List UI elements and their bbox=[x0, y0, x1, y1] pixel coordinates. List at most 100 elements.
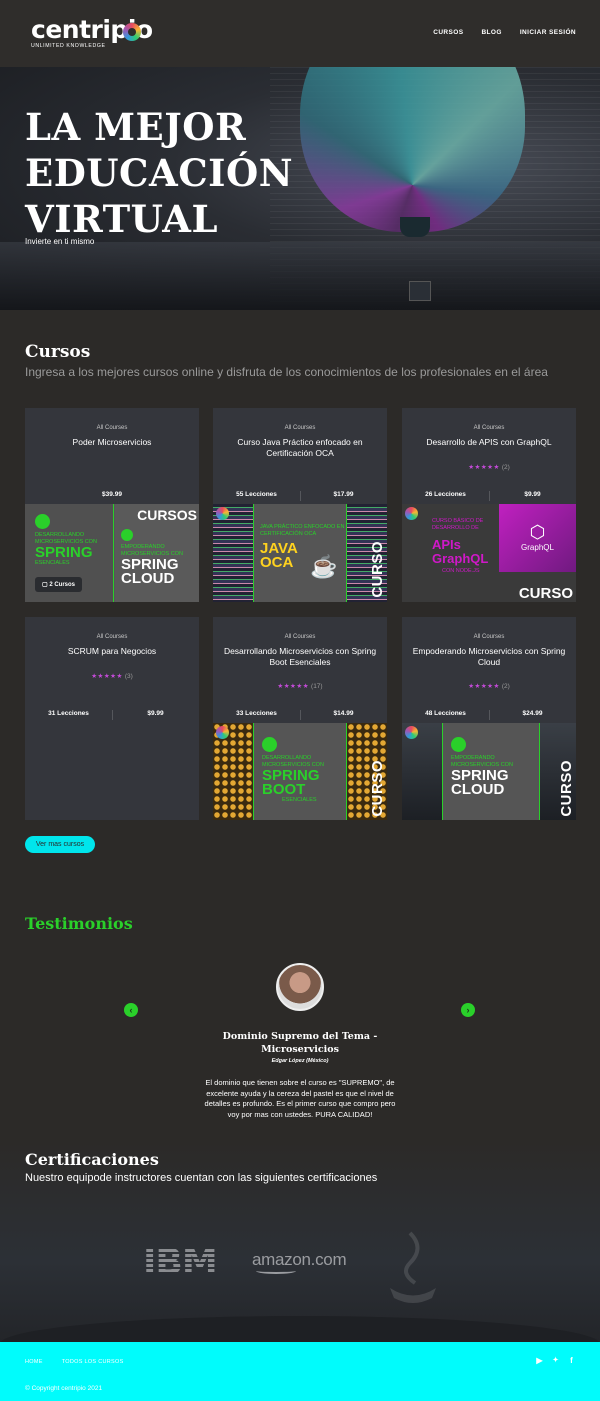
thumb-headline: JAVA OCA bbox=[260, 540, 298, 571]
datacenter-image-right: CURSO bbox=[540, 723, 576, 820]
java-cup-icon: ☕ bbox=[310, 554, 338, 579]
honeycomb-image bbox=[213, 723, 253, 820]
card-category: All Courses bbox=[284, 634, 316, 640]
card-category: All Courses bbox=[96, 425, 128, 431]
graphql-label: GraphQL bbox=[521, 543, 554, 552]
thumb-right-panel: CURSOS EMPODERANDO MICROSERVICIOS CON SP… bbox=[115, 504, 199, 602]
centripio-logo[interactable]: centripio UNLIMITED KNOWLEDGE bbox=[31, 17, 153, 50]
thumb-bottom-label: CURSO bbox=[518, 585, 573, 602]
code-image-right: CURSO bbox=[347, 504, 387, 602]
nav-blog[interactable]: BLOG bbox=[481, 29, 501, 36]
centripio-mark-icon bbox=[216, 726, 229, 739]
nav-iniciar-sesion[interactable]: INICIAR SESIÓN bbox=[520, 29, 576, 36]
thumb-headline: SPRING bbox=[35, 544, 93, 561]
card-thumbnail[interactable]: DESARROLLANDO MICROSERVICIOS CON SPRING … bbox=[25, 504, 199, 602]
youtube-icon[interactable]: ▶ bbox=[535, 1356, 544, 1365]
course-card-scrum[interactable]: All Courses SCRUM para Negocios ★★★★★ (3)… bbox=[25, 617, 199, 820]
thumb-caption: JAVA PRÁCTICO ENFOCADO EN CERTIFICACIÓN … bbox=[260, 524, 345, 537]
testimonial-avatar bbox=[276, 963, 324, 1011]
datacenter-image bbox=[402, 723, 442, 820]
course-card-graphql[interactable]: All Courses Desarrollo de APIS con Graph… bbox=[402, 408, 576, 602]
card-price: $9.99 bbox=[147, 710, 164, 717]
card-lessons: 31 Lecciones bbox=[48, 710, 89, 717]
hero-subtitle: Invierte en ti mismo bbox=[25, 237, 95, 246]
card-meta: 33 Lecciones $14.99 bbox=[213, 710, 387, 722]
spring-logo-icon bbox=[262, 737, 277, 752]
card-meta: 26 Lecciones $9.99 bbox=[402, 491, 576, 503]
card-title[interactable]: Poder Microservicios bbox=[33, 437, 191, 448]
graphql-panel: ⬡ GraphQL bbox=[499, 504, 576, 572]
carousel-next-icon[interactable]: › bbox=[461, 1003, 475, 1017]
course-card-spring-boot[interactable]: All Courses Desarrollando Microservicios… bbox=[213, 617, 387, 820]
thumb-tail: ESENCIALES bbox=[282, 797, 317, 803]
card-lessons: 55 Lecciones bbox=[236, 491, 277, 498]
card-title[interactable]: Empoderando Microservicios con Spring Cl… bbox=[410, 646, 568, 668]
footer-link-todos-los-cursos[interactable]: TODOS LOS CURSOS bbox=[62, 1359, 124, 1365]
nav-cursos[interactable]: CURSOS bbox=[433, 29, 463, 36]
thumb-left-text: CURSO BÁSICO DE DESARROLLO DE APIs Graph… bbox=[432, 518, 502, 575]
card-lessons: 33 Lecciones bbox=[236, 710, 277, 717]
logo-mark-icon bbox=[123, 23, 141, 41]
balloon-neck bbox=[400, 217, 430, 237]
certificaciones-description: Nuestro equipode instructores cuentan co… bbox=[25, 1172, 378, 1184]
thumb-vertical-label: CURSO bbox=[369, 541, 386, 598]
carousel-prev-icon[interactable]: ‹ bbox=[124, 1003, 138, 1017]
star-icons: ★★★★★ bbox=[91, 673, 123, 680]
badge-label: 2 Cursos bbox=[49, 582, 76, 588]
spring-cloud-logo-icon bbox=[121, 529, 133, 541]
course-card-java-oca[interactable]: All Courses Curso Java Práctico enfocado… bbox=[213, 408, 387, 602]
card-thumbnail[interactable]: CURSO BÁSICO DE DESARROLLO DE APIs Graph… bbox=[402, 504, 576, 602]
course-card-spring-cloud[interactable]: All Courses Empoderando Microservicios c… bbox=[402, 617, 576, 820]
hero-title: LA MEJOR EDUCACIÓN VIRTUAL bbox=[25, 105, 294, 241]
thumb-tail: ESENCIALES bbox=[35, 560, 70, 566]
rating-count: (2) bbox=[501, 683, 510, 690]
footer-links: HOME TODOS LOS CURSOS bbox=[25, 1359, 124, 1365]
footer-link-home[interactable]: HOME bbox=[25, 1359, 43, 1365]
thumb-right-title: CURSOS bbox=[137, 507, 197, 523]
card-title[interactable]: Desarrollando Microservicios con Spring … bbox=[221, 646, 379, 668]
ver-mas-cursos-button[interactable]: Ver mas cursos bbox=[25, 836, 95, 853]
card-thumbnail[interactable]: DESARROLLANDO MICROSERVICIOS CON SPRING … bbox=[213, 723, 387, 820]
twitter-icon[interactable]: ✦ bbox=[551, 1356, 560, 1365]
card-category: All Courses bbox=[473, 634, 505, 640]
facebook-icon[interactable]: f bbox=[567, 1356, 576, 1365]
java-logo-icon bbox=[390, 1231, 436, 1303]
thumb-mid-panel: EMPODERANDO MICROSERVICIOS CON SPRING CL… bbox=[442, 723, 540, 820]
thumb-headline: SPRING CLOUD bbox=[451, 767, 509, 798]
card-meta: 55 Lecciones $17.99 bbox=[213, 491, 387, 503]
balloon-basket bbox=[409, 281, 431, 301]
ibm-logo: IBM bbox=[143, 1242, 218, 1283]
card-rating: ★★★★★ (2) bbox=[402, 463, 576, 471]
card-thumbnail[interactable]: EMPODERANDO MICROSERVICIOS CON SPRING CL… bbox=[402, 723, 576, 820]
card-category: All Courses bbox=[96, 634, 128, 640]
graphql-logo-icon: ⬡ bbox=[529, 522, 546, 542]
star-icons: ★★★★★ bbox=[468, 464, 500, 471]
card-title[interactable]: Curso Java Práctico enfocado en Certific… bbox=[221, 437, 379, 459]
thumb-vertical-label: CURSO bbox=[558, 760, 575, 817]
testimonial-title: Dominio Supremo del Tema - Microservicio… bbox=[222, 1031, 378, 1055]
card-rating: ★★★★★ (17) bbox=[213, 682, 387, 690]
card-meta: 48 Lecciones $24.99 bbox=[402, 710, 576, 722]
spring-logo-icon bbox=[35, 514, 50, 529]
cursos-description: Ingresa a los mejores cursos online y di… bbox=[25, 365, 548, 379]
course-card-poder-microservicios[interactable]: All Courses Poder Microservicios $39.99 … bbox=[25, 408, 199, 602]
star-icons: ★★★★★ bbox=[277, 683, 310, 690]
site-footer: HOME TODOS LOS CURSOS ▶ ✦ f © Copyright … bbox=[0, 1342, 600, 1401]
card-price: $24.99 bbox=[522, 710, 543, 717]
card-price: $39.99 bbox=[102, 491, 122, 498]
hero-water-reflection bbox=[0, 242, 600, 310]
card-title[interactable]: SCRUM para Negocios bbox=[33, 646, 191, 657]
certificaciones-background bbox=[0, 1140, 600, 1342]
thumb-headline: APIs GraphQL bbox=[432, 537, 489, 566]
amazon-smile-icon bbox=[256, 1268, 296, 1274]
main-nav: CURSOS BLOG INICIAR SESIÓN bbox=[433, 29, 576, 36]
social-links: ▶ ✦ f bbox=[535, 1356, 576, 1365]
card-title[interactable]: Desarrollo de APIS con GraphQL bbox=[410, 437, 568, 448]
card-category: All Courses bbox=[473, 425, 505, 431]
card-category: All Courses bbox=[284, 425, 316, 431]
testimonial-author: Edgar López (México) bbox=[271, 1058, 329, 1064]
courses-count-badge: ▢ 2 Cursos bbox=[35, 577, 83, 592]
card-rating: ★★★★★ (3) bbox=[25, 672, 199, 680]
rating-count: (2) bbox=[501, 464, 510, 471]
card-thumbnail[interactable]: JAVA PRÁCTICO ENFOCADO EN CERTIFICACIÓN … bbox=[213, 504, 387, 602]
